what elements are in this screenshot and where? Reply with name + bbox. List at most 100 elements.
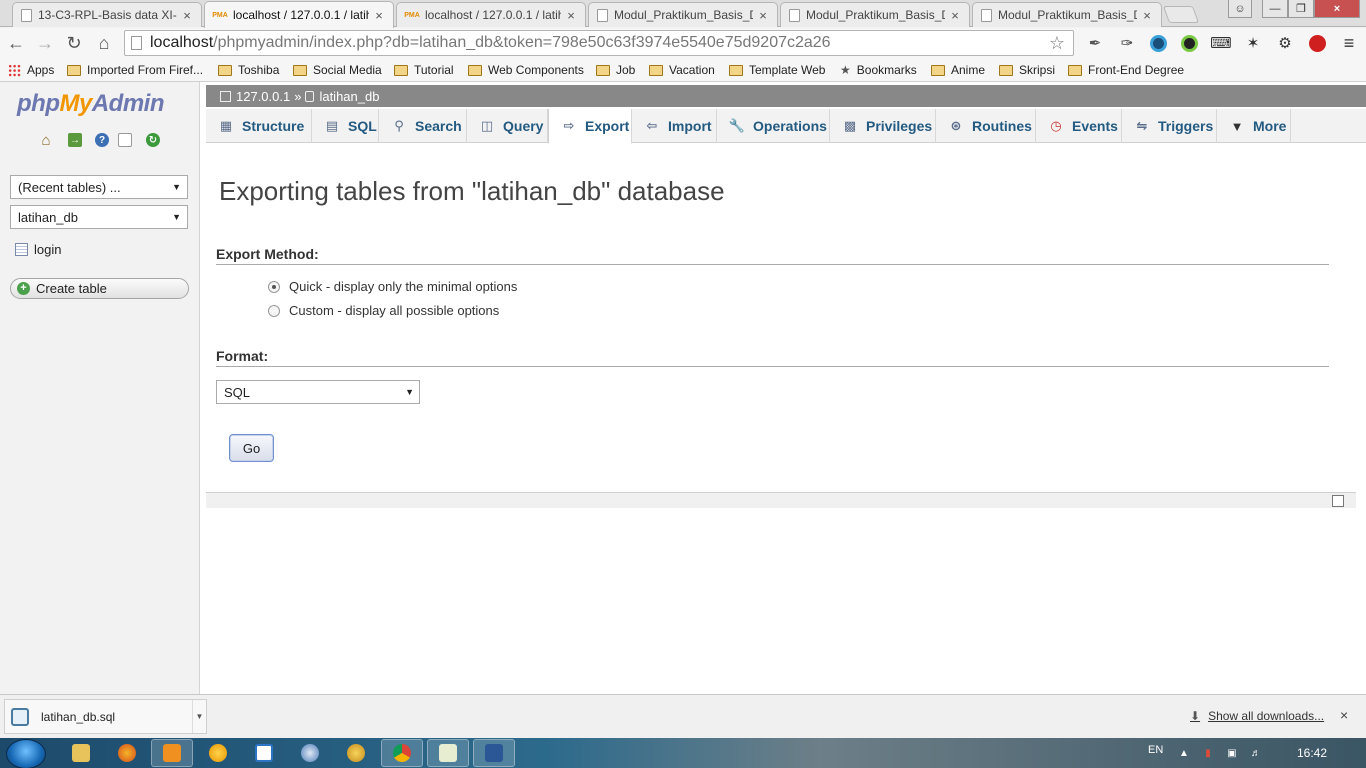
app-taskbar-icon[interactable] xyxy=(243,739,285,767)
explorer-window-taskbar-icon[interactable] xyxy=(427,739,469,767)
menu-icon[interactable]: ≡ xyxy=(1338,32,1360,54)
bookmark-folder[interactable]: Social Media xyxy=(293,62,382,78)
tab-sql[interactable]: ▤ SQL xyxy=(312,109,379,143)
back-icon[interactable]: ← xyxy=(4,31,28,55)
radio-custom-export[interactable]: Custom - display all possible options xyxy=(268,303,499,318)
eyedropper-icon[interactable]: ✒ xyxy=(1084,32,1106,54)
bug-icon[interactable]: ✶ xyxy=(1242,32,1264,54)
word-taskbar-icon[interactable] xyxy=(473,739,515,767)
help-icon[interactable]: ? xyxy=(95,133,109,147)
bookmark-folder[interactable]: Imported From Firef... xyxy=(67,62,203,78)
adblock-icon[interactable] xyxy=(1306,32,1328,54)
browser-tab[interactable]: Modul_Praktikum_Basis_D × xyxy=(972,2,1162,27)
media-player-taskbar-icon[interactable] xyxy=(151,739,193,767)
tab-privileges[interactable]: ▩ Privileges xyxy=(830,109,936,143)
window-close-icon[interactable]: × xyxy=(1314,0,1360,18)
browser-tab[interactable]: Modul_Praktikum_Basis_D × xyxy=(780,2,970,27)
address-bar[interactable]: localhost /phpmyadmin/index.php?db=latih… xyxy=(124,30,1074,56)
close-icon[interactable]: × xyxy=(565,8,577,23)
start-button[interactable] xyxy=(6,739,46,768)
bookmark-folder[interactable]: Web Components xyxy=(468,62,584,78)
tab-import[interactable]: ⇦ Import xyxy=(632,109,717,143)
volume-icon[interactable]: ♬ xyxy=(1250,747,1262,759)
chrome-taskbar-icon[interactable] xyxy=(381,739,423,767)
explorer-taskbar-icon[interactable] xyxy=(60,739,102,767)
tab-triggers[interactable]: ⇋ Triggers xyxy=(1122,109,1217,143)
browser-tab[interactable]: Modul_Praktikum_Basis_D × xyxy=(588,2,778,27)
bookmark-folder[interactable]: Tutorial xyxy=(394,62,454,78)
radio-quick-export[interactable]: Quick - display only the minimal options xyxy=(268,279,517,294)
console-icon[interactable] xyxy=(1332,495,1344,507)
bookmark-folder[interactable]: Vacation xyxy=(649,62,715,78)
tab-operations[interactable]: 🔧 Operations xyxy=(717,109,830,143)
app-taskbar-icon[interactable] xyxy=(289,739,331,767)
bookmark-folder[interactable]: Anime xyxy=(931,62,985,78)
close-icon[interactable]: × xyxy=(1141,8,1153,23)
minimize-icon[interactable]: — xyxy=(1262,0,1288,18)
tab-more[interactable]: ▼ More xyxy=(1217,109,1291,143)
tab-events[interactable]: ◷ Events xyxy=(1036,109,1122,143)
gear-icon[interactable]: ⚙ xyxy=(1274,32,1296,54)
close-icon[interactable]: × xyxy=(181,8,193,23)
browser-tab-label: Modul_Praktikum_Basis_D xyxy=(614,8,753,22)
reload-navigation-icon[interactable]: ↻ xyxy=(146,133,160,147)
tab-search[interactable]: ⚲ Search xyxy=(379,109,467,143)
bookmark-folder[interactable]: Job xyxy=(596,62,635,78)
bookmark-folder[interactable]: Skripsi xyxy=(999,62,1055,78)
bookmark-folder[interactable]: Front-End Degree xyxy=(1068,62,1184,78)
chevron-down-icon[interactable]: ▼ xyxy=(192,700,206,733)
browser-tab[interactable]: 13-C3-RPL-Basis data XI-1 × xyxy=(12,2,202,27)
bookmark-star[interactable]: ★ Bookmarks xyxy=(840,62,917,78)
browser-tab-active[interactable]: PMA localhost / 127.0.0.1 / latih × xyxy=(204,1,394,28)
tab-label: Search xyxy=(415,118,462,134)
forward-icon[interactable]: → xyxy=(33,31,57,55)
vlc-taskbar-icon[interactable] xyxy=(197,739,239,767)
download-item[interactable]: latihan_db.sql ▼ xyxy=(4,699,207,734)
format-select[interactable]: SQL ▼ xyxy=(216,380,420,404)
go-button[interactable]: Go xyxy=(229,434,274,462)
bookmark-star-icon[interactable]: ☆ xyxy=(1049,33,1065,54)
tab-export[interactable]: ⇨ Export xyxy=(548,109,632,144)
phpmyadmin-logo[interactable]: phpMyAdmin xyxy=(17,90,165,118)
network-icon[interactable]: ▮ xyxy=(1202,747,1214,759)
logout-icon[interactable]: → xyxy=(68,133,82,147)
home-icon[interactable]: ⌂ xyxy=(39,132,53,149)
breadcrumb-server[interactable]: 127.0.0.1 xyxy=(236,89,290,104)
console-bar[interactable] xyxy=(206,492,1356,508)
pen-icon[interactable]: ✑ xyxy=(1116,32,1138,54)
tab-routines[interactable]: ⊛ Routines xyxy=(936,109,1036,143)
close-icon[interactable]: × xyxy=(1340,707,1348,723)
docs-icon[interactable] xyxy=(118,133,132,147)
recent-tables-select[interactable]: (Recent tables) ... ▼ xyxy=(10,175,188,199)
paint-taskbar-icon[interactable] xyxy=(335,739,377,767)
taskbar-clock[interactable]: 16:42 xyxy=(1297,746,1327,760)
close-icon[interactable]: × xyxy=(949,8,961,23)
language-indicator[interactable]: EN xyxy=(1148,744,1163,756)
close-icon[interactable]: × xyxy=(757,8,769,23)
new-tab-button[interactable] xyxy=(1162,6,1200,23)
power-icon[interactable]: ▣ xyxy=(1226,747,1238,759)
radio-button-checked[interactable] xyxy=(268,280,280,293)
extension-color-icon[interactable] xyxy=(1178,32,1200,54)
nav-table-login[interactable]: login xyxy=(15,242,61,257)
chevron-up-icon[interactable]: ▲ xyxy=(1178,747,1190,759)
radio-button[interactable] xyxy=(268,304,280,317)
create-table-button[interactable]: + Create table xyxy=(10,278,189,299)
home-icon[interactable]: ⌂ xyxy=(92,31,116,55)
bookmark-folder[interactable]: Toshiba xyxy=(218,62,279,78)
keyboard-icon[interactable]: ⌨ xyxy=(1210,32,1232,54)
restore-icon[interactable]: ❐ xyxy=(1288,0,1314,18)
firefox-taskbar-icon[interactable] xyxy=(106,739,148,767)
reload-icon[interactable]: ↻ xyxy=(62,31,86,55)
show-all-downloads-link[interactable]: ⬇ Show all downloads... xyxy=(1190,709,1324,723)
close-icon[interactable]: × xyxy=(373,8,385,23)
breadcrumb-database[interactable]: latihan_db xyxy=(319,89,379,104)
database-select[interactable]: latihan_db ▼ xyxy=(10,205,188,229)
browser-tab[interactable]: PMA localhost / 127.0.0.1 / latih × xyxy=(396,2,586,27)
bookmark-apps[interactable]: Apps xyxy=(8,62,54,78)
bookmark-folder[interactable]: Template Web xyxy=(729,62,825,78)
tab-structure[interactable]: ▦ Structure xyxy=(206,109,312,143)
tab-query[interactable]: ◫ Query xyxy=(467,109,548,143)
extension-eye-icon[interactable] xyxy=(1147,32,1169,54)
user-icon[interactable]: ☺ xyxy=(1228,0,1252,18)
